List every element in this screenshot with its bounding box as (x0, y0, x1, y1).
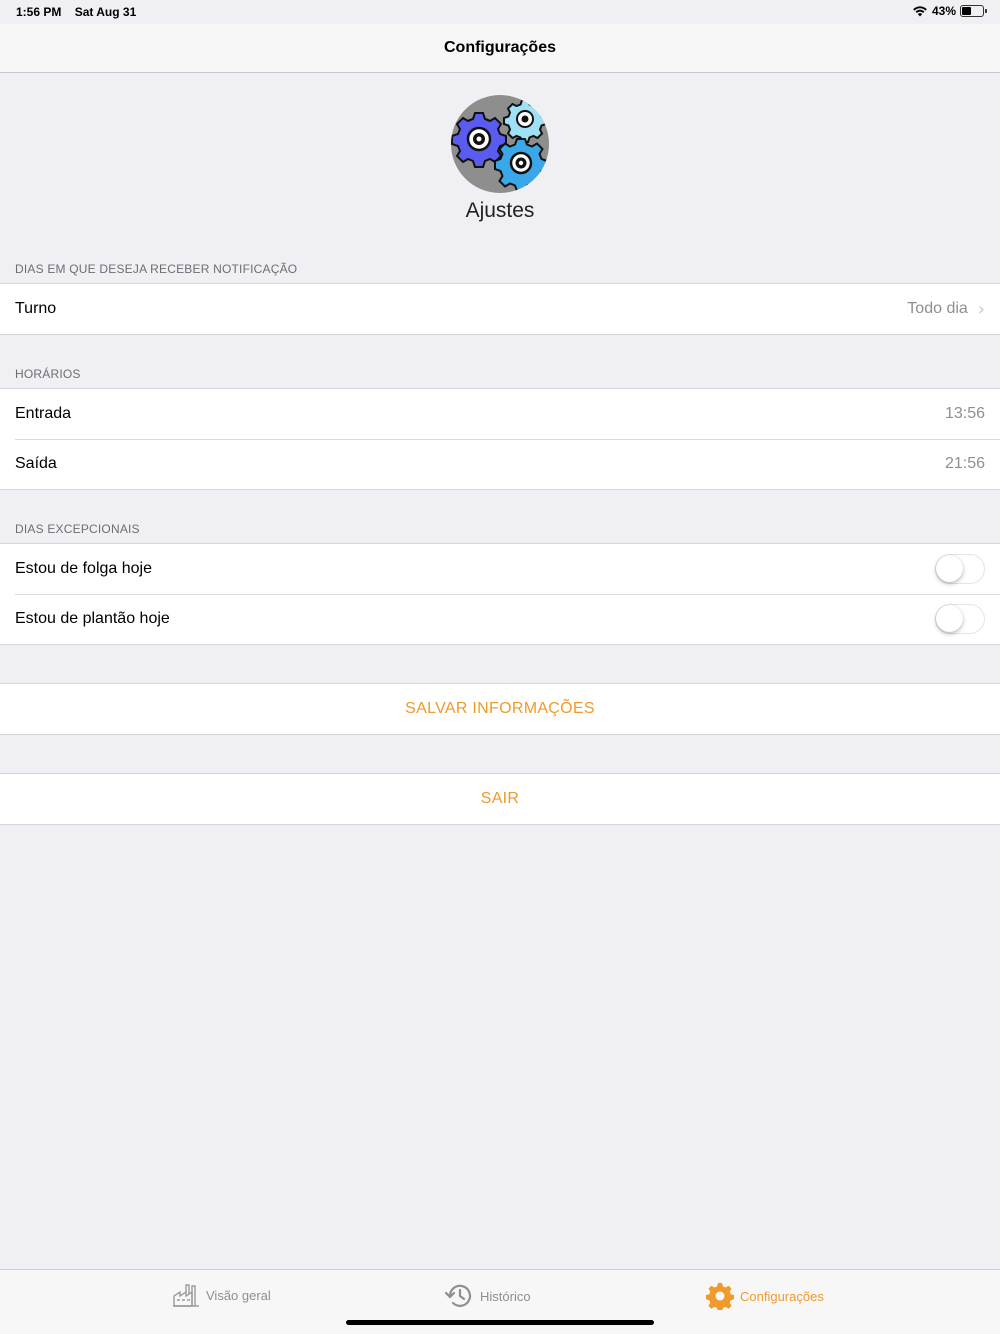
entrada-row[interactable]: Entrada 13:56 (0, 389, 1000, 439)
plantao-toggle[interactable] (935, 604, 985, 634)
tab-label: Visão geral (206, 1287, 271, 1303)
folga-toggle[interactable] (935, 554, 985, 584)
tab-label: Configurações (740, 1288, 824, 1304)
chevron-right-icon: › (977, 298, 985, 320)
plantao-row: Estou de plantão hoje (0, 594, 1000, 644)
tab-configuracoes[interactable]: Configurações (706, 1282, 824, 1310)
entrada-value: 13:56 (944, 405, 985, 422)
folga-row: Estou de folga hoje (0, 544, 1000, 594)
settings-screen: 1:56 PM Sat Aug 31 43% Configurações Aju… (0, 0, 1000, 1334)
turno-label: Turno (15, 300, 57, 317)
wifi-icon (913, 6, 927, 17)
group-excepcionais: Estou de folga hoje Estou de plantão hoj… (0, 543, 1000, 645)
save-button[interactable]: SALVAR INFORMAÇÕES (0, 684, 1000, 734)
section-header-excepcionais: DIAS EXCEPCIONAIS (15, 522, 140, 536)
gear-icon (706, 1283, 734, 1310)
logout-button[interactable]: SAIR (0, 774, 1000, 824)
battery-level (962, 7, 972, 15)
status-time: 1:56 PM (16, 5, 62, 19)
battery-icon (960, 5, 987, 17)
toggle-knob (936, 605, 963, 632)
turno-value: Todo dia (907, 300, 968, 317)
section-header-horarios: HORÁRIOS (15, 367, 81, 381)
page-title: Configurações (443, 39, 556, 56)
battery-percent: 43% (931, 4, 956, 18)
tab-visao-geral[interactable]: Visão geral (172, 1282, 271, 1308)
saida-value: 21:56 (944, 455, 985, 472)
status-bar: 1:56 PM Sat Aug 31 43% (0, 0, 1000, 24)
status-date: Sat Aug 31 (74, 5, 137, 19)
tab-label: Histórico (480, 1288, 531, 1304)
plantao-label: Estou de plantão hoje (15, 610, 170, 627)
section-header-notificacao: DIAS EM QUE DESEJA RECEBER NOTIFICAÇÃO (15, 262, 298, 276)
group-logout: SAIR (0, 773, 1000, 825)
entrada-label: Entrada (15, 405, 72, 422)
saida-label: Saída (15, 455, 57, 472)
saida-row[interactable]: Saída 21:56 (0, 439, 1000, 489)
navigation-bar: Configurações (0, 24, 1000, 73)
toggle-knob (936, 555, 963, 582)
factory-icon (173, 1284, 199, 1307)
gears-icon (451, 99, 548, 192)
avatar[interactable] (451, 95, 549, 193)
home-indicator (346, 1320, 654, 1325)
profile-header: Ajustes (0, 95, 1000, 223)
group-notificacao: Turno Todo dia › (0, 283, 1000, 335)
group-save: SALVAR INFORMAÇÕES (0, 683, 1000, 735)
folga-label: Estou de folga hoje (15, 560, 152, 577)
tab-historico[interactable]: Histórico (444, 1282, 531, 1310)
profile-name: Ajustes (465, 199, 535, 222)
group-horarios: Entrada 13:56 Saída 21:56 (0, 388, 1000, 490)
history-icon (444, 1284, 472, 1307)
turno-row[interactable]: Turno Todo dia › (0, 284, 1000, 334)
